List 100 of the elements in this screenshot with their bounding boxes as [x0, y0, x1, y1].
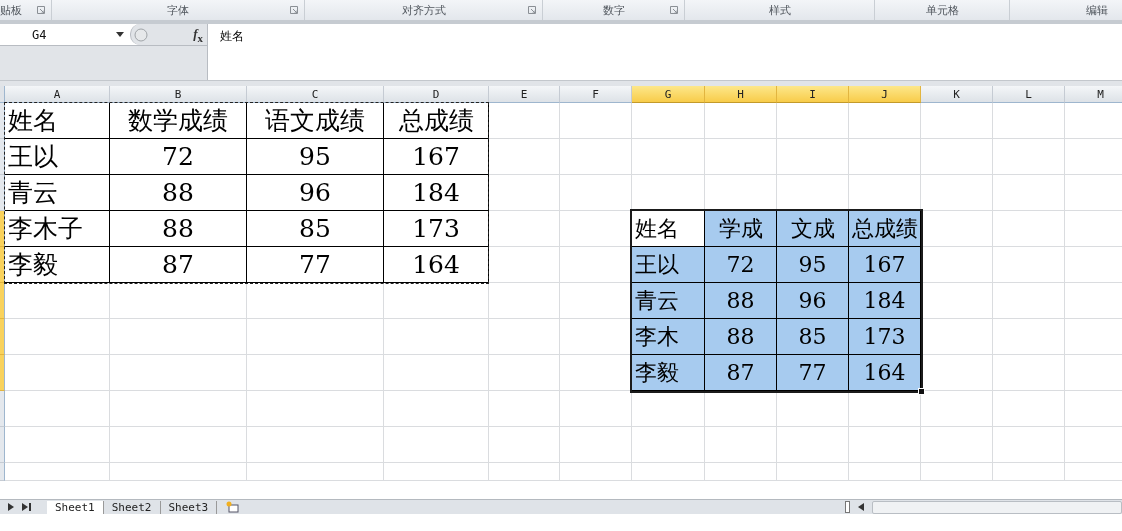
row-header[interactable]: [0, 211, 5, 247]
last-sheet-icon[interactable]: [22, 503, 31, 511]
empty-cell[interactable]: [384, 355, 489, 391]
empty-cell[interactable]: [560, 139, 632, 175]
empty-cell[interactable]: [921, 463, 993, 481]
empty-cell[interactable]: [384, 319, 489, 355]
column-header[interactable]: A: [5, 86, 110, 103]
empty-cell[interactable]: [110, 427, 247, 463]
column-header[interactable]: B: [110, 86, 247, 103]
split-handle-icon[interactable]: [845, 501, 850, 513]
dialog-launcher-icon[interactable]: [670, 6, 678, 14]
empty-cell[interactable]: [993, 463, 1065, 481]
column-header[interactable]: F: [560, 86, 632, 103]
fill-handle[interactable]: [918, 388, 925, 395]
column-header[interactable]: D: [384, 86, 489, 103]
empty-cell[interactable]: [921, 139, 993, 175]
empty-cell[interactable]: [489, 463, 560, 481]
empty-cell[interactable]: [560, 427, 632, 463]
empty-cell[interactable]: [247, 463, 384, 481]
empty-cell[interactable]: [110, 355, 247, 391]
empty-cell[interactable]: [849, 103, 921, 139]
dropdown-icon[interactable]: [116, 32, 124, 37]
column-header[interactable]: E: [489, 86, 560, 103]
empty-cell[interactable]: [489, 355, 560, 391]
empty-cell[interactable]: [110, 391, 247, 427]
scroll-left-icon[interactable]: [858, 503, 864, 511]
empty-cell[interactable]: [705, 139, 777, 175]
next-sheet-icon[interactable]: [8, 503, 14, 511]
empty-cell[interactable]: [921, 103, 993, 139]
empty-cell[interactable]: [632, 139, 705, 175]
empty-cell[interactable]: [632, 463, 705, 481]
empty-cell[interactable]: [993, 139, 1065, 175]
empty-cell[interactable]: [777, 391, 849, 427]
insert-function-button[interactable]: f$_{x}$: [193, 25, 203, 44]
row-header[interactable]: [0, 103, 5, 139]
empty-cell[interactable]: [247, 283, 384, 319]
empty-cell[interactable]: [705, 391, 777, 427]
horizontal-scrollbar[interactable]: [872, 500, 1122, 514]
empty-cell[interactable]: [993, 103, 1065, 139]
column-header[interactable]: L: [993, 86, 1065, 103]
dialog-launcher-icon[interactable]: [528, 6, 536, 14]
empty-cell[interactable]: [560, 463, 632, 481]
select-all-button[interactable]: [0, 86, 5, 103]
column-header[interactable]: H: [705, 86, 777, 103]
empty-cell[interactable]: [993, 211, 1065, 247]
empty-cell[interactable]: [993, 355, 1065, 391]
sheet-tab[interactable]: Sheet1: [47, 500, 104, 514]
column-header[interactable]: J: [849, 86, 921, 103]
empty-cell[interactable]: [705, 463, 777, 481]
empty-cell[interactable]: [384, 391, 489, 427]
empty-cell[interactable]: [993, 175, 1065, 211]
empty-cell[interactable]: [247, 355, 384, 391]
empty-cell[interactable]: [993, 427, 1065, 463]
empty-cell[interactable]: [560, 391, 632, 427]
row-header[interactable]: [0, 247, 5, 283]
empty-cell[interactable]: [489, 175, 560, 211]
column-header[interactable]: I: [777, 86, 849, 103]
column-header[interactable]: G: [632, 86, 705, 103]
dialog-launcher-icon[interactable]: [290, 6, 298, 14]
empty-cell[interactable]: [489, 391, 560, 427]
empty-cell[interactable]: [247, 391, 384, 427]
empty-cell[interactable]: [993, 391, 1065, 427]
empty-cell[interactable]: [489, 427, 560, 463]
empty-cell[interactable]: [777, 427, 849, 463]
empty-cell[interactable]: [632, 427, 705, 463]
empty-cell[interactable]: [247, 427, 384, 463]
empty-cell[interactable]: [777, 103, 849, 139]
empty-cell[interactable]: [777, 139, 849, 175]
dialog-launcher-icon[interactable]: [37, 6, 45, 14]
empty-cell[interactable]: [110, 283, 247, 319]
empty-cell[interactable]: [777, 463, 849, 481]
empty-cell[interactable]: [247, 319, 384, 355]
column-header[interactable]: M: [1065, 86, 1122, 103]
empty-cell[interactable]: [993, 247, 1065, 283]
empty-cell[interactable]: [921, 175, 993, 211]
formula-field[interactable]: 姓名: [208, 24, 1122, 80]
empty-cell[interactable]: [849, 463, 921, 481]
column-header[interactable]: K: [921, 86, 993, 103]
empty-cell[interactable]: [384, 463, 489, 481]
empty-cell[interactable]: [489, 283, 560, 319]
empty-cell[interactable]: [384, 427, 489, 463]
empty-cell[interactable]: [849, 139, 921, 175]
empty-cell[interactable]: [489, 211, 560, 247]
empty-cell[interactable]: [632, 103, 705, 139]
empty-cell[interactable]: [632, 391, 705, 427]
resize-handle-icon[interactable]: [133, 26, 149, 43]
empty-cell[interactable]: [110, 463, 247, 481]
empty-cell[interactable]: [110, 319, 247, 355]
empty-cell[interactable]: [705, 103, 777, 139]
sheet-tab[interactable]: Sheet3: [160, 500, 218, 514]
empty-cell[interactable]: [849, 427, 921, 463]
empty-cell[interactable]: [993, 283, 1065, 319]
row-header[interactable]: [0, 139, 5, 175]
empty-cell[interactable]: [489, 319, 560, 355]
empty-cell[interactable]: [489, 139, 560, 175]
empty-cell[interactable]: [560, 175, 632, 211]
column-header[interactable]: C: [247, 86, 384, 103]
empty-cell[interactable]: [921, 427, 993, 463]
sheet-tab[interactable]: Sheet2: [103, 500, 161, 514]
empty-cell[interactable]: [489, 103, 560, 139]
